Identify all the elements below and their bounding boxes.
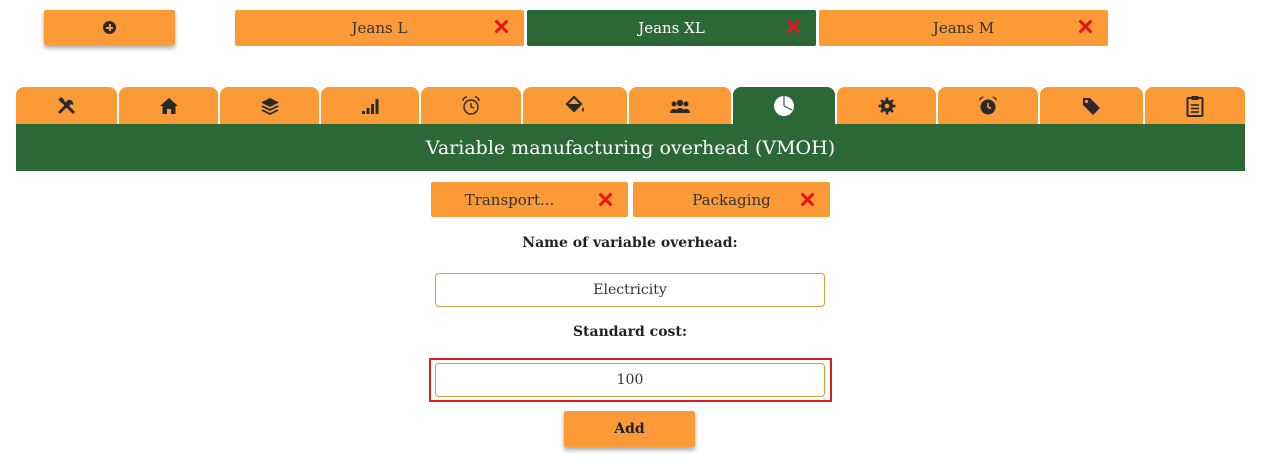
tab-tools[interactable] xyxy=(16,87,117,124)
add-button[interactable]: Add xyxy=(564,411,695,447)
close-icon[interactable] xyxy=(785,18,801,34)
add-product-button[interactable] xyxy=(44,10,175,45)
close-icon[interactable] xyxy=(493,18,509,34)
overhead-name-label: Name of variable overhead: xyxy=(522,235,738,251)
add-button-label: Add xyxy=(614,421,645,437)
tab-layers[interactable] xyxy=(220,87,319,124)
overhead-name-input[interactable] xyxy=(435,273,825,307)
tab-home[interactable] xyxy=(119,87,218,124)
page-title: Variable manufacturing overhead (VMOH) xyxy=(425,136,836,159)
cog-icon xyxy=(878,97,895,114)
close-icon[interactable] xyxy=(799,191,815,207)
product-tab-jeans-xl[interactable]: Jeans XL xyxy=(527,10,816,46)
product-tab-label: Jeans XL xyxy=(638,19,705,37)
overhead-tab-label: Packaging xyxy=(692,190,771,209)
tools-icon xyxy=(57,96,74,113)
overhead-tab-label: Transport... xyxy=(464,190,555,209)
tab-paint[interactable] xyxy=(523,87,627,124)
tags-icon xyxy=(1082,97,1100,115)
standard-cost-label: Standard cost: xyxy=(572,324,688,340)
close-icon[interactable] xyxy=(1077,18,1093,34)
tab-signal[interactable] xyxy=(321,87,419,124)
product-tab-label: Jeans M xyxy=(932,19,995,37)
tab-alarm[interactable] xyxy=(938,87,1038,124)
pie-chart-icon xyxy=(774,95,794,116)
signal-bars-icon xyxy=(362,98,379,114)
tab-alarm-outline[interactable] xyxy=(421,87,521,124)
section-header: Variable manufacturing overhead (VMOH) xyxy=(16,124,1245,171)
clipboard-icon xyxy=(1186,95,1204,117)
product-tab-label: Jeans L xyxy=(351,19,408,37)
plus-circle-icon xyxy=(103,21,116,34)
tab-users[interactable] xyxy=(629,87,731,124)
standard-cost-input[interactable] xyxy=(435,363,825,397)
tab-clipboard[interactable] xyxy=(1145,87,1245,124)
tab-tags[interactable] xyxy=(1040,87,1143,124)
layers-icon xyxy=(260,97,279,115)
product-tab-jeans-l[interactable]: Jeans L xyxy=(235,10,524,46)
overhead-tab-packaging[interactable]: Packaging xyxy=(633,182,830,217)
users-icon xyxy=(669,99,691,113)
home-icon xyxy=(159,97,178,114)
close-icon[interactable] xyxy=(597,191,613,207)
paint-bucket-icon xyxy=(565,95,584,113)
overhead-tab-transport[interactable]: Transport... xyxy=(431,182,628,217)
alarm-clock-outline-icon xyxy=(462,95,480,115)
tab-pie-chart[interactable] xyxy=(733,87,835,124)
alarm-clock-icon xyxy=(978,95,998,114)
tab-cog[interactable] xyxy=(837,87,936,124)
product-tab-jeans-m[interactable]: Jeans M xyxy=(819,10,1108,46)
